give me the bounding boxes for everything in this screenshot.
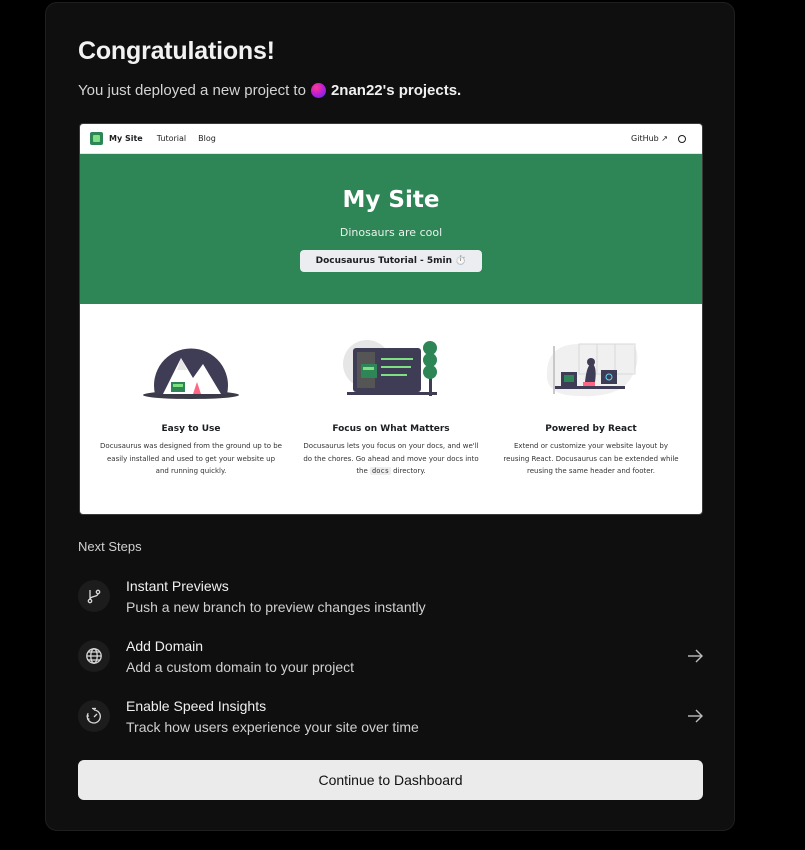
preview-feature-text: Extend or customize your website layout … [503,442,679,475]
preview-feature: Focus on What Matters Docusaurus lets yo… [300,336,482,478]
git-branch-icon [78,580,110,612]
preview-feature: Powered by React Extend or customize you… [500,336,682,478]
speed-gauge-icon [78,700,110,732]
deployment-preview[interactable]: My Site Tutorial Blog GitHub ↗ My Site D… [79,123,703,515]
preview-hero-tagline: Dinosaurs are cool [339,226,443,239]
laptop-tree-illustration-icon [300,336,482,404]
preview-code-docs: docs [370,467,391,475]
step-description: Push a new branch to preview changes ins… [126,598,426,615]
preview-brand: My Site [109,134,143,143]
page-title: Congratulations! [78,37,275,65]
preview-feature-title: Focus on What Matters [332,424,450,434]
preview-hero-button: Docusaurus Tutorial - 5min ⏱️ [299,250,483,272]
preview-feature-text: Docusaurus was designed from the ground … [100,442,282,475]
step-description: Track how users experience your site ove… [126,718,419,735]
preview-hero-title: My Site [342,187,440,213]
deployment-success-card: Congratulations! You just deployed a new… [45,2,735,831]
preview-feature: Easy to Use Docusaurus was designed from… [100,336,282,478]
deploy-subtitle: You just deployed a new project to 2nan2… [78,82,461,99]
mountain-illustration-icon [100,336,282,404]
team-avatar [310,83,326,98]
preview-feature-title: Easy to Use [161,424,221,434]
step-title: Enable Speed Insights [126,697,267,714]
next-step-speed-insights[interactable]: Enable Speed Insights Track how users ex… [78,694,704,738]
external-link-icon: ↗ [661,134,668,143]
preview-features: Easy to Use Docusaurus was designed from… [80,304,702,478]
preview-hero: My Site Dinosaurs are cool Docusaurus Tu… [80,154,702,304]
step-description: Add a custom domain to your project [126,658,355,675]
subtitle-prefix: You just deployed a new project to [78,82,306,99]
preview-nav-blog: Blog [198,134,216,143]
preview-nav-github: GitHub ↗ [631,134,668,143]
preview-nav-tutorial: Tutorial [156,134,187,143]
step-title: Add Domain [126,637,204,654]
arrow-right-icon[interactable] [686,707,704,725]
preview-feature-text: Docusaurus lets you focus on your docs, … [303,442,479,475]
team-name: 2nan22's projects. [330,82,462,99]
next-step-add-domain[interactable]: Add Domain Add a custom domain to your p… [78,634,704,678]
preview-logo [90,132,103,145]
preview-feature-title: Powered by React [545,424,637,434]
step-title: Instant Previews [126,577,229,594]
globe-icon [78,640,110,672]
next-step-instant-previews[interactable]: Instant Previews Push a new branch to pr… [78,574,704,618]
continue-to-dashboard-button[interactable]: Continue to Dashboard [78,760,703,800]
next-steps-label: Next Steps [78,539,142,554]
arrow-right-icon[interactable] [686,647,704,665]
preview-navbar: My Site Tutorial Blog GitHub ↗ [80,124,702,154]
theme-toggle-icon [678,134,686,143]
react-workstation-illustration-icon [500,336,682,404]
